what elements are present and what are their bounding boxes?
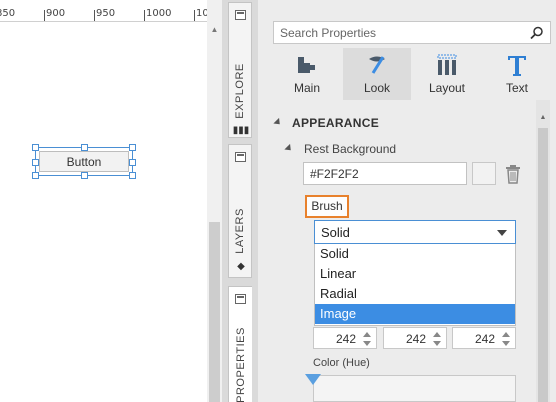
- text-icon: [508, 56, 526, 76]
- category-look[interactable]: Look: [343, 48, 411, 100]
- resize-handle[interactable]: [129, 159, 136, 166]
- puzzle-icon: [298, 57, 315, 73]
- resize-handle[interactable]: [129, 144, 136, 151]
- pin-icon[interactable]: [235, 294, 246, 304]
- layers-icon: ◆: [237, 261, 245, 272]
- ruler-label: 850: [0, 8, 16, 19]
- green-stepper[interactable]: 242: [383, 327, 447, 349]
- spin-icon[interactable]: [360, 329, 374, 349]
- brush-select-value: Solid: [321, 225, 350, 240]
- scrollbar-thumb[interactable]: [209, 222, 220, 402]
- category-text-label: Text: [505, 81, 528, 95]
- green-value: 242: [405, 332, 426, 346]
- button-widget[interactable]: Button: [39, 151, 129, 172]
- brush-option[interactable]: Radial: [315, 284, 515, 304]
- grid-icon: [437, 54, 457, 75]
- category-bar: Main Look Layout Text: [273, 48, 551, 100]
- search-box[interactable]: [273, 21, 551, 44]
- scrollbar-thumb[interactable]: [538, 128, 548, 402]
- ruler-label: 900: [46, 8, 66, 19]
- panel-scrollbar[interactable]: ▲: [536, 100, 550, 402]
- category-look-label: Look: [363, 81, 391, 95]
- red-value: 242: [335, 332, 356, 346]
- search-icon[interactable]: [530, 26, 544, 40]
- brush-option[interactable]: Solid: [315, 244, 515, 264]
- resize-handle[interactable]: [32, 144, 39, 151]
- scroll-up-icon[interactable]: ▲: [207, 22, 222, 38]
- red-stepper[interactable]: 242: [313, 327, 377, 349]
- tab-properties-label: PROPERTIES: [234, 327, 247, 402]
- color-hex-input[interactable]: #F2F2F2: [303, 162, 467, 185]
- trash-icon[interactable]: [504, 164, 522, 184]
- pin-icon[interactable]: [235, 152, 246, 162]
- section-appearance[interactable]: APPEARANCE: [292, 116, 379, 130]
- resize-handle[interactable]: [32, 172, 39, 179]
- canvas-scrollbar[interactable]: ▲: [207, 0, 222, 402]
- ruler-label: 1000: [146, 8, 172, 19]
- brush-icon: [369, 56, 385, 74]
- spin-icon[interactable]: [499, 329, 513, 349]
- category-main-label: Main: [293, 81, 320, 95]
- tab-properties[interactable]: PROPERTIES: [228, 286, 252, 402]
- side-tab-strip: EXPLORE ▮▮▮ LAYERS ◆ PROPERTIES: [222, 0, 258, 402]
- pin-icon[interactable]: [235, 10, 246, 20]
- brush-options-list: Solid Linear Radial Image: [314, 244, 516, 326]
- tab-explore-label: EXPLORE: [234, 63, 246, 119]
- ruler-tick: [44, 10, 45, 21]
- category-main[interactable]: Main: [273, 48, 341, 100]
- horizontal-ruler: 850 900 950 1000 1050: [0, 0, 207, 22]
- color-swatch[interactable]: [472, 162, 496, 185]
- tab-layers-label: LAYERS: [234, 208, 246, 254]
- category-text[interactable]: Text: [483, 48, 551, 100]
- hue-slider-handle[interactable]: [305, 374, 321, 385]
- ruler-tick: [194, 10, 195, 21]
- hue-label: Color (Hue): [313, 357, 370, 369]
- blue-value: 242: [474, 332, 495, 346]
- category-layout-label: Layout: [428, 81, 466, 95]
- brush-option[interactable]: Linear: [315, 264, 515, 284]
- ruler-tick: [144, 10, 145, 21]
- chevron-down-icon[interactable]: [497, 230, 507, 236]
- resize-handle[interactable]: [81, 172, 88, 179]
- subsection-rest-background[interactable]: Rest Background: [304, 142, 396, 156]
- tab-explore[interactable]: EXPLORE ▮▮▮: [228, 2, 252, 138]
- explore-icon: ▮▮▮: [232, 125, 250, 136]
- resize-handle[interactable]: [81, 144, 88, 151]
- search-input[interactable]: [274, 22, 514, 43]
- brush-label: Brush: [305, 195, 349, 218]
- ruler-tick: [94, 10, 95, 21]
- brush-option-highlighted[interactable]: Image: [315, 304, 515, 324]
- category-layout[interactable]: Layout: [413, 48, 481, 100]
- scroll-up-icon[interactable]: ▲: [536, 114, 550, 121]
- design-canvas[interactable]: 850 900 950 1000 1050 Button ▲: [0, 0, 222, 402]
- brush-select[interactable]: Solid: [314, 220, 516, 244]
- spin-icon[interactable]: [430, 329, 444, 349]
- ruler-label: 1050: [196, 8, 207, 19]
- resize-handle[interactable]: [32, 159, 39, 166]
- resize-handle[interactable]: [129, 172, 136, 179]
- selected-button-widget[interactable]: Button: [32, 144, 136, 179]
- blue-stepper[interactable]: 242: [452, 327, 516, 349]
- hue-slider[interactable]: [313, 375, 516, 402]
- tab-layers[interactable]: LAYERS ◆: [228, 144, 252, 278]
- ruler-label: 950: [96, 8, 116, 19]
